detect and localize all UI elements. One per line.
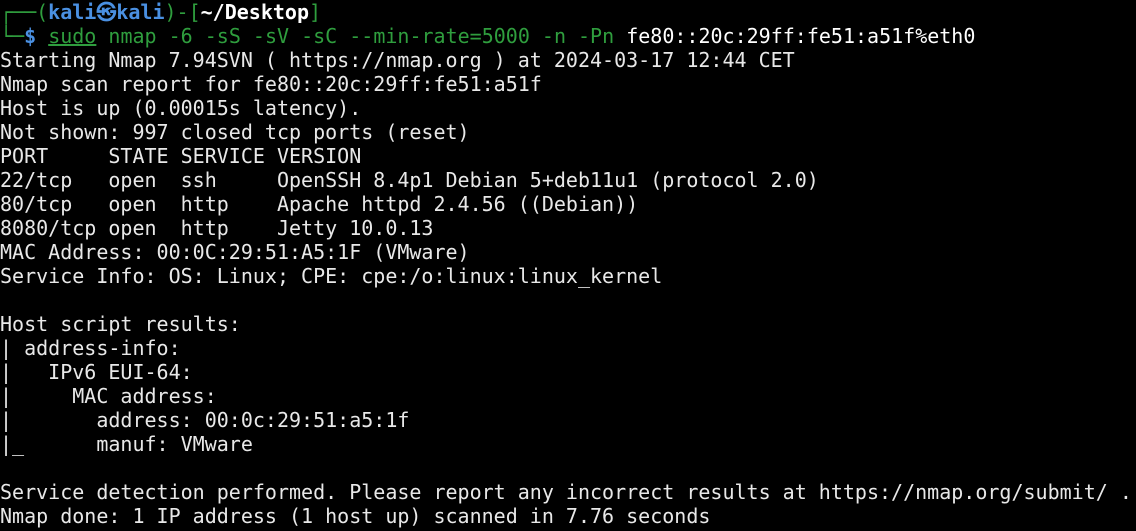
cmd-args: -6 -sS -sV -sC --min-rate=5000 -n -Pn — [168, 24, 615, 48]
script-line: |_ manuf: VMware — [0, 432, 253, 456]
port-row: 80/tcp open http Apache httpd 2.4.56 ((D… — [0, 192, 639, 216]
script-line: | address-info: — [0, 336, 181, 360]
script-line: | IPv6 EUI-64: — [0, 360, 193, 384]
output-service-info: Service Info: OS: Linux; CPE: cpe:/o:lin… — [0, 264, 663, 288]
prompt-frame-bottom: └─ — [0, 24, 25, 48]
output-service-detection: Service detection performed. Please repo… — [0, 480, 1132, 504]
cmd-sudo: sudo — [48, 24, 97, 48]
port-table-header: PORT STATE SERVICE VERSION — [0, 144, 362, 168]
prompt-frame-top: ┌──( — [0, 0, 49, 24]
output-done: Nmap done: 1 IP address (1 host up) scan… — [0, 504, 711, 528]
output-start: Starting Nmap 7.94SVN ( https://nmap.org… — [0, 48, 795, 72]
prompt-frame-mid: )-[ — [164, 0, 201, 24]
output-mac: MAC Address: 00:0C:29:51:A5:1F (VMware) — [0, 240, 470, 264]
cmd-nmap: nmap — [108, 24, 157, 48]
output-not-shown: Not shown: 997 closed tcp ports (reset) — [0, 120, 470, 144]
at-symbol-icon: ㉿ — [96, 0, 117, 24]
command-line[interactable]: └─$ sudo nmap -6 -sS -sV -sC --min-rate=… — [0, 24, 1136, 48]
prompt-host: kali — [116, 0, 165, 24]
script-line: | MAC address: — [0, 384, 217, 408]
script-line: | address: 00:0c:29:51:a5:1f — [0, 408, 410, 432]
output-report: Nmap scan report for fe80::20c:29ff:fe51… — [0, 72, 542, 96]
port-row: 8080/tcp open http Jetty 10.0.13 — [0, 216, 434, 240]
prompt-header: ┌──(kali㉿kali)-[~/Desktop] — [0, 0, 1136, 24]
prompt-path: ~/Desktop — [200, 0, 310, 24]
port-row: 22/tcp open ssh OpenSSH 8.4p1 Debian 5+d… — [0, 168, 819, 192]
terminal-window[interactable]: ┌──(kali㉿kali)-[~/Desktop] └─$ sudo nmap… — [0, 0, 1136, 531]
cmd-target: fe80::20c:29ff:fe51:a51f%eth0 — [626, 24, 976, 48]
prompt-user: kali — [48, 0, 97, 24]
host-script-header: Host script results: — [0, 312, 241, 336]
prompt-dollar: $ — [24, 24, 37, 48]
output-host-up: Host is up (0.00015s latency). — [0, 96, 362, 120]
prompt-frame-close: ] — [309, 0, 322, 24]
